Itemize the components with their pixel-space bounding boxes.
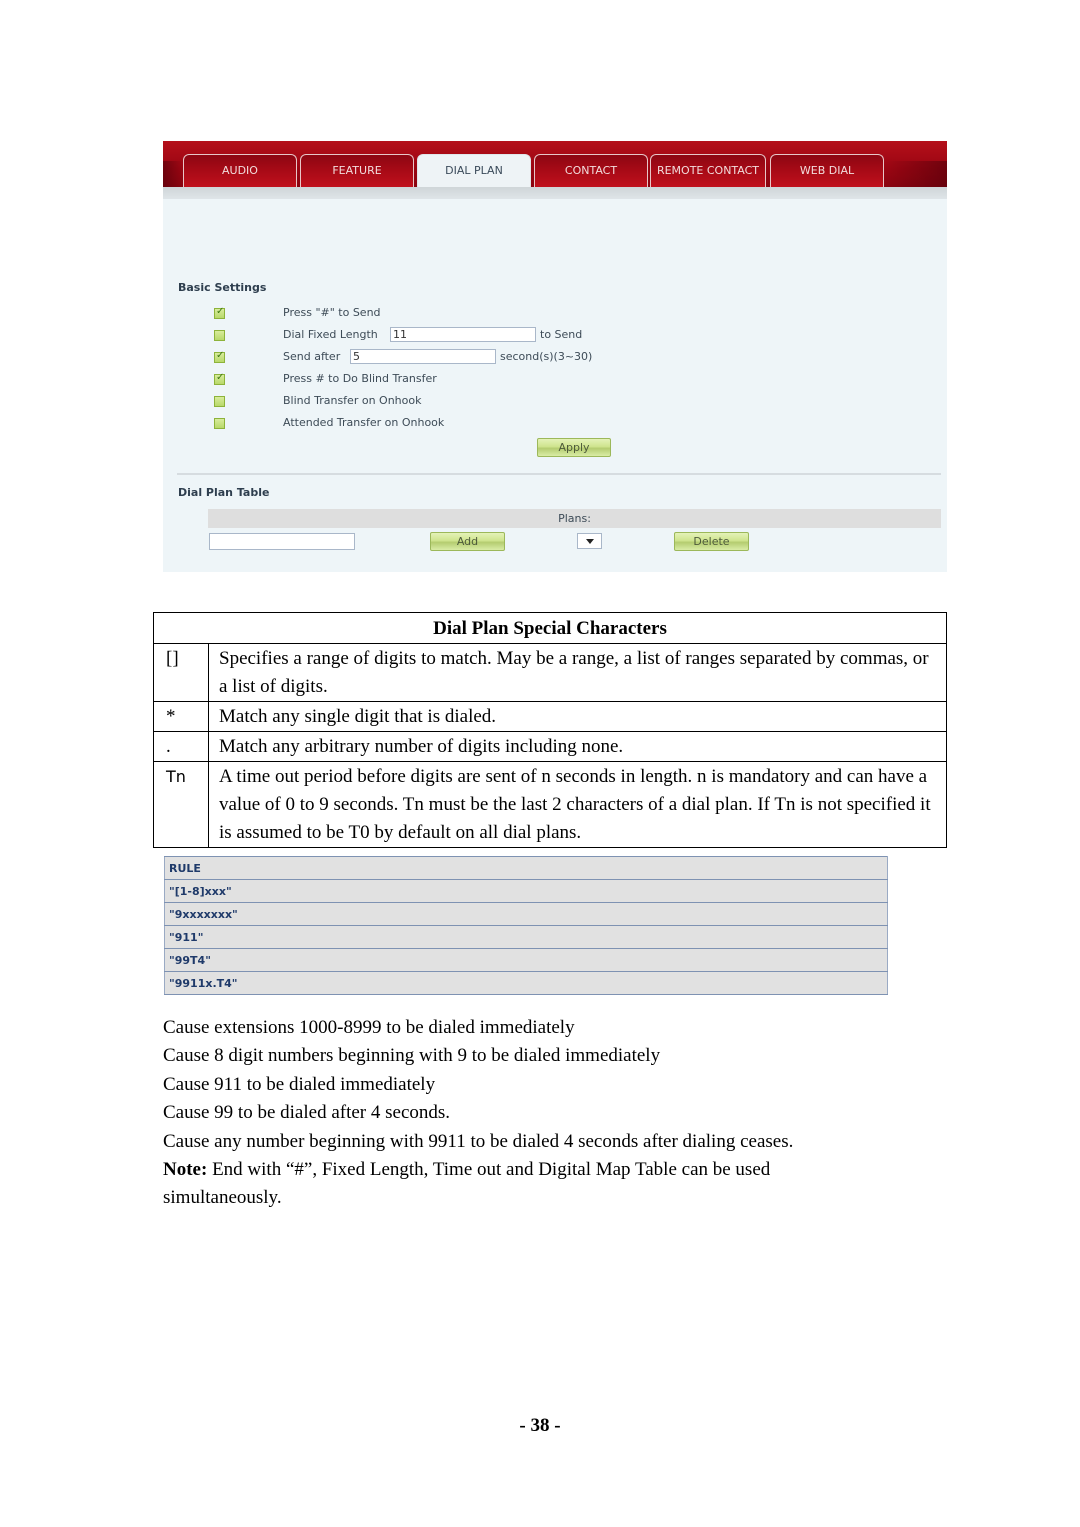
table-row: . Match any arbitrary number of digits i… xyxy=(153,731,947,762)
dial-plan-input[interactable] xyxy=(209,533,355,550)
special-characters-title: Dial Plan Special Characters xyxy=(153,612,947,644)
special-characters-table: Dial Plan Special Characters [] Specifie… xyxy=(153,612,947,848)
apply-button[interactable]: Apply xyxy=(537,438,611,457)
description-cell: Match any arbitrary number of digits inc… xyxy=(208,731,947,762)
table-row: Tn A time out period before digits are s… xyxy=(153,761,947,848)
explanation-line: Cause 911 to be dialed immediately xyxy=(163,1073,436,1095)
rule-header: RULE xyxy=(164,856,888,880)
plans-select[interactable] xyxy=(577,533,602,549)
dial-fixed-length-label: Dial Fixed Length xyxy=(283,328,378,341)
symbol-cell: Tn xyxy=(153,761,209,848)
plans-header: Plans: xyxy=(208,509,941,528)
description-cell: Specifies a range of digits to match. Ma… xyxy=(208,643,947,702)
explanation-line: Cause any number beginning with 9911 to … xyxy=(163,1130,794,1152)
symbol-cell: [] xyxy=(153,643,209,702)
rule-row: "911" xyxy=(164,925,888,949)
dial-fixed-length-suffix: to Send xyxy=(540,328,583,341)
tab-dial-plan[interactable]: DIAL PLAN xyxy=(417,154,531,187)
explanation-line: Cause 99 to be dialed after 4 seconds. xyxy=(163,1102,451,1124)
attended-transfer-onhook-label: Attended Transfer on Onhook xyxy=(283,416,445,429)
tab-bar: AUDIO FEATURE DIAL PLAN CONTACT REMOTE C… xyxy=(163,141,947,187)
section-divider xyxy=(177,473,941,475)
rule-table: RULE "[1-8]xxx" "9xxxxxxx" "911" "99T4" … xyxy=(164,856,888,995)
delete-button[interactable]: Delete xyxy=(674,532,749,551)
press-hash-to-send-label: Press "#" to Send xyxy=(283,306,381,319)
add-button[interactable]: Add xyxy=(430,532,505,551)
note: Note: End with “#”, Fixed Length, Time o… xyxy=(163,1156,793,1184)
rule-row: "99T4" xyxy=(164,948,888,972)
checkmark-icon: ✓ xyxy=(216,350,225,361)
chevron-down-icon xyxy=(586,539,594,544)
checkmark-icon: ✓ xyxy=(216,372,225,383)
tab-web-dial[interactable]: WEB DIAL xyxy=(770,154,884,187)
symbol-cell: * xyxy=(153,701,209,732)
note-label: Note: xyxy=(163,1159,208,1181)
dial-fixed-length-checkbox[interactable] xyxy=(214,330,225,341)
page-number: - 38 - xyxy=(519,1415,561,1436)
checkmark-icon: ✓ xyxy=(216,306,225,317)
dial-plan-settings-screenshot: AUDIO FEATURE DIAL PLAN CONTACT REMOTE C… xyxy=(163,141,947,572)
tab-audio[interactable]: AUDIO xyxy=(183,154,297,187)
note-text: End with “#”, Fixed Length, Time out and… xyxy=(207,1159,771,1181)
attended-transfer-onhook-checkbox[interactable] xyxy=(214,418,225,429)
rule-row: "9xxxxxxx" xyxy=(164,902,888,926)
press-hash-to-send-checkbox[interactable]: ✓ xyxy=(214,306,225,319)
tab-remote-contact[interactable]: REMOTE CONTACT xyxy=(650,154,766,187)
description-cell: A time out period before digits are sent… xyxy=(208,761,947,848)
dial-plan-table-title: Dial Plan Table xyxy=(178,486,270,499)
rule-row: "[1-8]xxx" xyxy=(164,879,888,903)
table-row: [] Specifies a range of digits to match.… xyxy=(153,643,947,702)
tab-feature[interactable]: FEATURE xyxy=(300,154,414,187)
blind-transfer-onhook-checkbox[interactable] xyxy=(214,396,225,407)
send-after-input[interactable] xyxy=(350,349,496,364)
tab-underbar xyxy=(163,187,947,199)
send-after-suffix: second(s)(3~30) xyxy=(500,350,593,363)
description-cell: Match any single digit that is dialed. xyxy=(208,701,947,732)
blind-transfer-hash-label: Press # to Do Blind Transfer xyxy=(283,372,437,385)
dial-fixed-length-input[interactable] xyxy=(390,327,536,342)
basic-settings-title: Basic Settings xyxy=(178,281,267,294)
explanation-line: Cause 8 digit numbers beginning with 9 t… xyxy=(163,1045,661,1067)
send-after-label: Send after xyxy=(283,350,341,363)
symbol-cell: . xyxy=(153,731,209,762)
rule-row: "9911x.T4" xyxy=(164,971,888,995)
send-after-checkbox[interactable]: ✓ xyxy=(214,350,225,363)
explanation-line: Cause extensions 1000-8999 to be dialed … xyxy=(163,1017,575,1038)
tab-contact[interactable]: CONTACT xyxy=(534,154,648,187)
rule-explanations: Cause extensions 1000-8999 to be dialed … xyxy=(163,1014,793,1213)
blind-transfer-hash-checkbox[interactable]: ✓ xyxy=(214,372,225,385)
blind-transfer-onhook-label: Blind Transfer on Onhook xyxy=(283,394,422,407)
note-continuation: simultaneously. xyxy=(163,1187,282,1209)
table-row: * Match any single digit that is dialed. xyxy=(153,701,947,732)
